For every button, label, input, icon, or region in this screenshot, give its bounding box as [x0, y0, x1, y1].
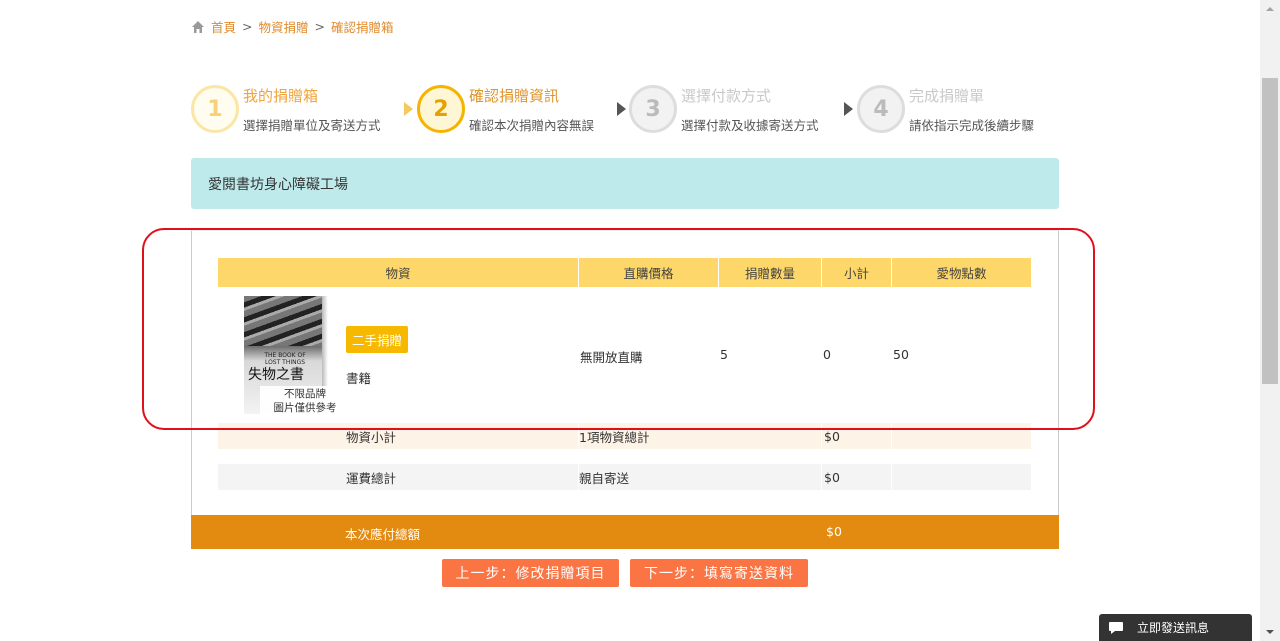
- summary-amount: $0: [822, 423, 892, 449]
- table-header: 物資 直購價格 捐贈數量 小計 愛物點數: [218, 258, 1031, 287]
- item-subtotal: 0: [823, 347, 831, 362]
- breadcrumb-donation-link[interactable]: 物資捐贈: [259, 17, 309, 36]
- summary-label: 物資小計: [218, 423, 579, 449]
- step-title: 選擇付款方式: [681, 86, 772, 105]
- book-title-chinese: 失物之書: [248, 367, 304, 383]
- total-amount: $0: [826, 524, 842, 539]
- step-subtitle: 選擇付款及收據寄送方式: [681, 117, 819, 133]
- step-title: 我的捐贈箱: [243, 86, 319, 105]
- home-icon: [192, 20, 204, 33]
- column-header-price: 直購價格: [579, 258, 719, 287]
- summary-description: 1項物資總計: [579, 423, 822, 449]
- step-arrow-icon: [844, 102, 853, 116]
- progress-stepper: 1 我的捐贈箱 選擇捐贈單位及寄送方式 2 確認捐贈資訊 確認本次捐贈內容無誤 …: [191, 84, 1061, 134]
- summary-amount: $0: [822, 464, 892, 490]
- step-arrow-icon: [404, 102, 413, 116]
- previous-step-button[interactable]: 上一步：修改捐贈項目: [442, 559, 619, 587]
- step-number: 4: [857, 85, 905, 133]
- step-subtitle: 選擇捐贈單位及寄送方式: [243, 117, 381, 133]
- step-1: 1 我的捐贈箱 選擇捐贈單位及寄送方式: [191, 84, 381, 134]
- step-title: 完成捐贈單: [909, 86, 985, 105]
- organization-name: 愛閱書坊身心障礙工場: [191, 158, 1059, 209]
- column-header-points: 愛物點數: [936, 266, 987, 281]
- step-2: 2 確認捐贈資訊 確認本次捐贈內容無誤: [417, 84, 594, 134]
- donation-table-panel: 物資 直購價格 捐贈數量 小計 愛物點數 THE BOOK OF LOST TH…: [191, 230, 1059, 515]
- item-points: 50: [893, 347, 909, 362]
- step-subtitle: 請依指示完成後續步驟: [909, 117, 1035, 133]
- step-3: 3 選擇付款方式 選擇付款及收據寄送方式: [629, 84, 819, 134]
- breadcrumb: 首頁 > 物資捐贈 > 確認捐贈箱: [191, 17, 394, 36]
- scroll-down-arrow-icon[interactable]: [1260, 623, 1280, 641]
- column-header-quantity: 捐贈數量: [719, 258, 822, 287]
- item-price: 無開放直購: [580, 350, 643, 365]
- scrollbar-thumb[interactable]: [1262, 78, 1278, 384]
- chat-widget-button[interactable]: 立即發送訊息: [1099, 614, 1252, 641]
- next-step-button[interactable]: 下一步：填寫寄送資料: [630, 559, 808, 587]
- step-number: 2: [417, 85, 465, 133]
- summary-row-items: 物資小計 1項物資總計 $0: [218, 423, 1031, 449]
- breadcrumb-separator: >: [242, 19, 253, 34]
- chat-bubble-icon: [1109, 621, 1123, 634]
- step-number: 3: [629, 85, 677, 133]
- scroll-up-arrow-icon[interactable]: [1260, 0, 1280, 18]
- summary-description: 親自寄送: [579, 464, 822, 490]
- step-arrow-icon: [617, 102, 626, 116]
- item-category: 書籍: [346, 371, 372, 386]
- table-row: THE BOOK OF LOST THINGS 失物之書 不限品牌 圖片僅供參考…: [218, 291, 1031, 421]
- secondhand-badge: 二手捐贈: [346, 326, 409, 353]
- chat-widget-label: 立即發送訊息: [1137, 621, 1210, 635]
- step-title: 確認捐贈資訊: [469, 86, 560, 105]
- step-number: 1: [191, 85, 239, 133]
- disclaimer-line: 圖片僅供參考: [273, 402, 337, 414]
- breadcrumb-home-link[interactable]: 首頁: [211, 17, 236, 36]
- total-label: 本次應付總額: [345, 527, 421, 542]
- item-quantity: 5: [720, 347, 728, 362]
- summary-label: 運費總計: [218, 464, 579, 490]
- total-bar: 本次應付總額 $0: [191, 515, 1059, 549]
- column-header-item: 物資: [218, 258, 579, 287]
- breadcrumb-separator: >: [314, 19, 325, 34]
- step-subtitle: 確認本次捐贈內容無誤: [469, 117, 595, 133]
- step-4: 4 完成捐贈單 請依指示完成後續步驟: [857, 84, 1034, 134]
- disclaimer-line: 不限品牌: [284, 388, 326, 400]
- summary-row-shipping: 運費總計 親自寄送 $0: [218, 464, 1031, 490]
- column-header-subtotal: 小計: [822, 258, 892, 287]
- breadcrumb-current[interactable]: 確認捐贈箱: [331, 17, 394, 36]
- image-disclaimer: 不限品牌 圖片僅供參考: [260, 386, 350, 416]
